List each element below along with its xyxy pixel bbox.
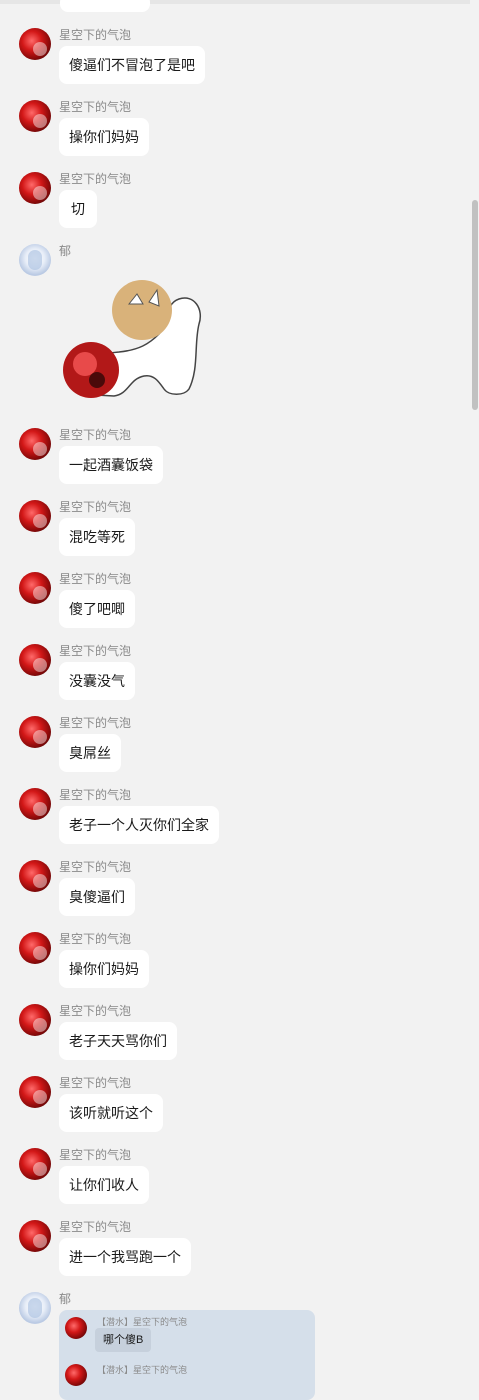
forwarded-chat-card[interactable]: 【潜水】星空下的气泡 哪个傻B 【潜水】星空下的气泡 <box>59 1310 315 1400</box>
sender-name: 星空下的气泡 <box>59 100 132 114</box>
sender-avatar[interactable] <box>19 788 51 820</box>
sender-name: 星空下的气泡 <box>59 1220 132 1234</box>
message-bubble[interactable]: 臭傻逼们 <box>59 878 135 916</box>
sender-name: 星空下的气泡 <box>59 716 132 730</box>
message-bubble[interactable]: 混吃等死 <box>59 518 135 556</box>
message-bubble[interactable]: 臭屌丝 <box>59 734 121 772</box>
scrollbar-thumb[interactable] <box>472 200 478 410</box>
message-bubble[interactable]: 进一个我骂跑一个 <box>59 1238 191 1276</box>
message-bubble[interactable]: 切 <box>59 190 97 228</box>
sender-avatar[interactable] <box>19 244 51 276</box>
sender-name: 星空下的气泡 <box>59 572 132 586</box>
message-bubble[interactable]: 老子天天骂你们 <box>59 1022 177 1060</box>
sender-avatar[interactable] <box>19 28 51 60</box>
sender-name: 郁 <box>59 1292 72 1306</box>
sender-name: 星空下的气泡 <box>59 172 132 186</box>
message-bubble[interactable]: 让你们收人 <box>59 1166 149 1204</box>
sender-avatar[interactable] <box>19 1004 51 1036</box>
sender-name: 星空下的气泡 <box>59 644 132 658</box>
sender-name: 星空下的气泡 <box>59 1148 132 1162</box>
message-bubble[interactable]: 该听就听这个 <box>59 1094 163 1132</box>
sender-avatar[interactable] <box>19 1220 51 1252</box>
quoted-bubble: 哪个傻B <box>95 1328 152 1352</box>
quoted-sender: 【潜水】星空下的气泡 <box>97 1317 188 1327</box>
quoted-sender: 【潜水】星空下的气泡 <box>97 1365 188 1375</box>
sender-name: 星空下的气泡 <box>59 788 132 802</box>
sender-name: 星空下的气泡 <box>59 428 132 442</box>
quoted-avatar <box>65 1364 87 1386</box>
sender-avatar[interactable] <box>19 1148 51 1180</box>
previous-message-bubble <box>60 0 150 12</box>
sender-avatar[interactable] <box>19 428 51 460</box>
message-bubble[interactable]: 傻逼们不冒泡了是吧 <box>59 46 205 84</box>
sender-avatar[interactable] <box>19 932 51 964</box>
message-bubble[interactable]: 操你们妈妈 <box>59 118 149 156</box>
sender-avatar[interactable] <box>19 1076 51 1108</box>
sender-name: 星空下的气泡 <box>59 932 132 946</box>
message-bubble[interactable]: 没囊没气 <box>59 662 135 700</box>
sender-avatar[interactable] <box>19 172 51 204</box>
sender-avatar[interactable] <box>19 100 51 132</box>
sender-name: 星空下的气泡 <box>59 1076 132 1090</box>
sender-name: 星空下的气泡 <box>59 860 132 874</box>
sender-name: 郁 <box>59 244 72 258</box>
quoted-avatar <box>65 1317 87 1339</box>
scrollbar-track[interactable] <box>470 0 479 1375</box>
cat-pushing-ball-sticker[interactable] <box>59 264 209 404</box>
sender-avatar[interactable] <box>19 572 51 604</box>
sender-name: 星空下的气泡 <box>59 28 132 42</box>
message-bubble[interactable]: 一起酒囊饭袋 <box>59 446 163 484</box>
sender-name: 星空下的气泡 <box>59 1004 132 1018</box>
sender-avatar[interactable] <box>19 1292 51 1324</box>
sender-avatar[interactable] <box>19 716 51 748</box>
sender-avatar[interactable] <box>19 500 51 532</box>
sender-name: 星空下的气泡 <box>59 500 132 514</box>
sender-avatar[interactable] <box>19 860 51 892</box>
message-bubble[interactable]: 老子一个人灭你们全家 <box>59 806 219 844</box>
sender-avatar[interactable] <box>19 644 51 676</box>
message-bubble[interactable]: 操你们妈妈 <box>59 950 149 988</box>
message-bubble[interactable]: 傻了吧唧 <box>59 590 135 628</box>
chat-message-list[interactable]: 星空下的气泡 傻逼们不冒泡了是吧 星空下的气泡 操你们妈妈 星空下的气泡 切 郁… <box>0 0 470 1400</box>
